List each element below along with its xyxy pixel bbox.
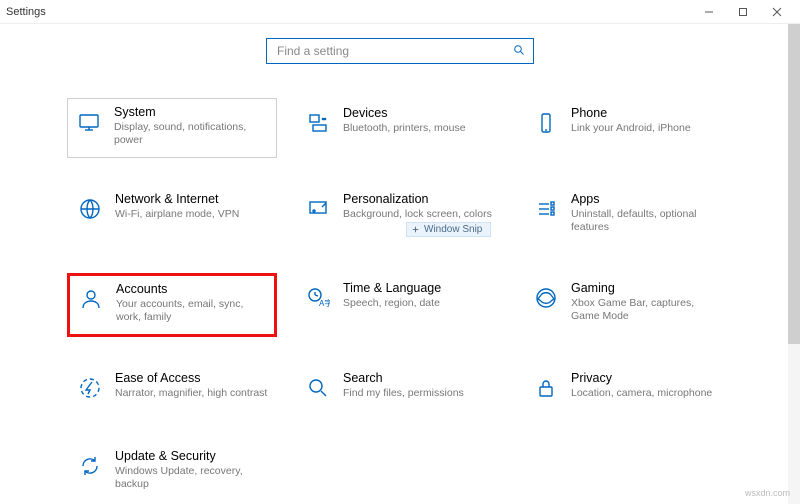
window-snip-label: Window Snip [424, 224, 482, 235]
gaming-icon [531, 283, 561, 313]
tile-title: Personalization [343, 192, 492, 206]
tile-title: Search [343, 371, 464, 385]
tile-privacy[interactable]: Privacy Location, camera, microphone [523, 363, 733, 415]
apps-icon [531, 194, 561, 224]
scrollbar[interactable] [788, 24, 800, 504]
tile-gaming[interactable]: Gaming Xbox Game Bar, captures, Game Mod… [523, 273, 733, 337]
watermark: wsxdn.com [745, 488, 790, 498]
tile-desc: Xbox Game Bar, captures, Game Mode [571, 297, 725, 323]
settings-grid: System Display, sound, notifications, po… [0, 74, 800, 503]
tile-title: Gaming [571, 281, 725, 295]
close-button[interactable] [760, 0, 794, 24]
tile-desc: Narrator, magnifier, high contrast [115, 387, 267, 400]
tile-title: Network & Internet [115, 192, 239, 206]
update-icon [75, 451, 105, 481]
tile-desc: Bluetooth, printers, mouse [343, 122, 466, 135]
tile-title: Devices [343, 106, 466, 120]
tile-title: Accounts [116, 282, 268, 296]
paintbrush-icon [303, 194, 333, 224]
tile-title: Time & Language [343, 281, 441, 295]
lock-icon [531, 373, 561, 403]
svg-text:A字: A字 [319, 298, 330, 308]
tile-desc: Speech, region, date [343, 297, 441, 310]
minimize-button[interactable] [692, 0, 726, 24]
tile-system[interactable]: System Display, sound, notifications, po… [67, 98, 277, 158]
tile-title: System [114, 105, 270, 119]
tile-title: Privacy [571, 371, 712, 385]
time-language-icon: A字 [303, 283, 333, 313]
scrollbar-thumb[interactable] [788, 24, 800, 344]
tile-desc: Find my files, permissions [343, 387, 464, 400]
search-input[interactable] [275, 43, 513, 59]
tile-desc: Link your Android, iPhone [571, 122, 691, 135]
search-category-icon [303, 373, 333, 403]
tile-apps[interactable]: Apps Uninstall, defaults, optional featu… [523, 184, 733, 246]
maximize-button[interactable] [726, 0, 760, 24]
tile-desc: Wi-Fi, airplane mode, VPN [115, 208, 239, 221]
search-area [0, 24, 800, 74]
tile-desc: Background, lock screen, colors [343, 208, 492, 221]
display-icon [74, 107, 104, 137]
tile-search[interactable]: Search Find my files, permissions [295, 363, 505, 415]
search-box[interactable] [266, 38, 534, 64]
titlebar: Settings [0, 0, 800, 24]
tile-desc: Your accounts, email, sync, work, family [116, 298, 268, 324]
tile-time-language[interactable]: A字 Time & Language Speech, region, date [295, 273, 505, 337]
tile-title: Phone [571, 106, 691, 120]
tile-ease-of-access[interactable]: Ease of Access Narrator, magnifier, high… [67, 363, 277, 415]
search-icon [513, 44, 525, 59]
ease-of-access-icon [75, 373, 105, 403]
tile-phone[interactable]: Phone Link your Android, iPhone [523, 98, 733, 158]
tile-title: Apps [571, 192, 725, 206]
tile-desc: Windows Update, recovery, backup [115, 465, 269, 491]
person-icon [76, 284, 106, 314]
tile-personalization[interactable]: Personalization Background, lock screen,… [295, 184, 505, 246]
tile-accounts[interactable]: Accounts Your accounts, email, sync, wor… [67, 273, 277, 337]
globe-icon [75, 194, 105, 224]
tile-desc: Uninstall, defaults, optional features [571, 208, 725, 234]
tile-devices[interactable]: Devices Bluetooth, printers, mouse [295, 98, 505, 158]
window-snip-overlay: Window Snip [406, 222, 491, 237]
tile-desc: Display, sound, notifications, power [114, 121, 270, 147]
tile-title: Update & Security [115, 449, 269, 463]
tile-update-security[interactable]: Update & Security Windows Update, recove… [67, 441, 277, 503]
tile-desc: Location, camera, microphone [571, 387, 712, 400]
devices-icon [303, 108, 333, 138]
phone-icon [531, 108, 561, 138]
tile-network[interactable]: Network & Internet Wi-Fi, airplane mode,… [67, 184, 277, 246]
window-title: Settings [6, 6, 46, 18]
tile-title: Ease of Access [115, 371, 267, 385]
